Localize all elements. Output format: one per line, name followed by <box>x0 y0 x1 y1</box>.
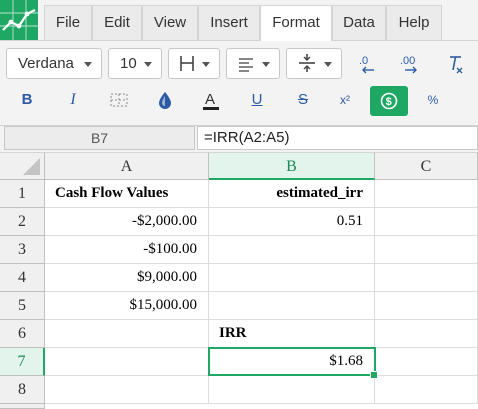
increase-decimal-button[interactable]: .00 <box>396 48 426 79</box>
borders-icon <box>180 56 194 71</box>
corner-triangle-icon <box>23 158 40 175</box>
menu-help[interactable]: Help <box>386 5 442 40</box>
svg-text:.00: .00 <box>400 55 415 67</box>
select-all-corner[interactable] <box>0 153 45 180</box>
increase-decimal-icon: .00 <box>400 55 417 74</box>
cell-b2[interactable]: 0.51 <box>209 208 375 236</box>
chevron-down-icon <box>84 62 92 67</box>
decrease-decimal-button[interactable]: .0 <box>352 48 382 79</box>
cell-a5[interactable]: $15,000.00 <box>45 292 209 320</box>
cell-c1[interactable] <box>375 180 478 208</box>
menu-data[interactable]: Data <box>332 5 386 40</box>
cell-a1[interactable]: Cash Flow Values <box>45 180 209 208</box>
chevron-down-icon <box>324 62 332 67</box>
row-header-3[interactable]: 3 <box>0 236 45 264</box>
align-left-icon <box>239 58 253 72</box>
toolbar-row-1: Verdana 10 .0 .00 <box>0 41 478 85</box>
menu-view[interactable]: View <box>142 5 198 40</box>
column-header-c[interactable]: C <box>375 153 478 180</box>
cell-a2[interactable]: -$2,000.00 <box>45 208 209 236</box>
cell-a8[interactable] <box>45 376 209 404</box>
svg-text:.0: .0 <box>359 55 368 67</box>
horizontal-align-dropdown[interactable] <box>226 48 280 79</box>
name-box[interactable]: B7 <box>4 126 195 150</box>
font-family-value: Verdana <box>18 55 74 72</box>
fill-color-button[interactable] <box>150 85 180 115</box>
cell-b6[interactable]: IRR <box>209 320 375 348</box>
cell-c8[interactable] <box>375 376 478 404</box>
row-header-8[interactable]: 8 <box>0 376 45 404</box>
cell-b5[interactable] <box>209 292 375 320</box>
cell-b1[interactable]: estimated_irr <box>209 180 375 208</box>
cell-b4[interactable] <box>209 264 375 292</box>
cell-b8[interactable] <box>209 376 375 404</box>
font-size-dropdown[interactable]: 10 <box>108 48 162 79</box>
cell-c2[interactable] <box>375 208 478 236</box>
cell-b3[interactable] <box>209 236 375 264</box>
row-header-2[interactable]: 2 <box>0 208 45 236</box>
cell-c5[interactable] <box>375 292 478 320</box>
text-color-button[interactable]: A <box>196 85 226 115</box>
currency-icon: $ <box>380 92 398 110</box>
cell-a3[interactable]: -$100.00 <box>45 236 209 264</box>
merge-cells-button[interactable] <box>104 85 134 115</box>
fill-handle[interactable] <box>370 371 378 379</box>
font-family-dropdown[interactable]: Verdana <box>6 48 102 79</box>
vertical-align-dropdown[interactable] <box>286 48 342 79</box>
chevron-down-icon <box>262 62 270 67</box>
menu-file[interactable]: File <box>44 5 92 40</box>
cell-c4[interactable] <box>375 264 478 292</box>
cell-c7[interactable] <box>375 348 478 376</box>
cell-a7[interactable] <box>45 348 209 376</box>
italic-button[interactable]: I <box>58 85 88 115</box>
menu-edit[interactable]: Edit <box>92 5 142 40</box>
svg-text:A: A <box>205 91 215 108</box>
column-header-a[interactable]: A <box>45 153 209 180</box>
text-color-icon: A <box>203 91 219 110</box>
clear-format-button[interactable] <box>440 48 470 79</box>
spreadsheet-grid: A B C 1 Cash Flow Values estimated_irr 2… <box>0 153 478 409</box>
vertical-align-icon <box>299 54 315 72</box>
cell-a4[interactable]: $9,000.00 <box>45 264 209 292</box>
borders-dropdown[interactable] <box>168 48 220 79</box>
toolbar-row-2: B I A U S x² $ % <box>0 85 478 126</box>
strikethrough-button[interactable]: S <box>288 85 318 115</box>
cell-c6[interactable] <box>375 320 478 348</box>
clear-format-icon <box>450 56 463 74</box>
row-header-4[interactable]: 4 <box>0 264 45 292</box>
merge-cells-icon <box>110 93 128 107</box>
menu-bar: File Edit View Insert Format Data Help <box>0 0 478 41</box>
formula-input[interactable]: =IRR(A2:A5) <box>197 126 478 150</box>
row-header-1[interactable]: 1 <box>0 180 45 208</box>
app-logo-icon <box>0 0 38 40</box>
currency-format-button[interactable]: $ <box>370 86 408 116</box>
menu-format[interactable]: Format <box>260 5 332 41</box>
menu-insert[interactable]: Insert <box>198 5 260 40</box>
underline-button[interactable]: U <box>242 85 272 115</box>
cell-a6[interactable] <box>45 320 209 348</box>
row-header-9[interactable] <box>0 404 45 409</box>
cell-selection-outline <box>208 347 376 376</box>
row-header-7[interactable]: 7 <box>0 348 45 376</box>
row-header-5[interactable]: 5 <box>0 292 45 320</box>
percent-format-button[interactable]: % <box>418 85 448 115</box>
column-header-b[interactable]: B <box>209 153 375 180</box>
superscript-button[interactable]: x² <box>330 85 360 115</box>
fill-color-icon <box>159 92 171 109</box>
chevron-down-icon <box>144 62 152 67</box>
font-size-value: 10 <box>120 55 137 72</box>
chevron-down-icon <box>202 62 210 67</box>
cell-c3[interactable] <box>375 236 478 264</box>
bold-button[interactable]: B <box>12 85 42 115</box>
svg-text:$: $ <box>386 96 392 108</box>
decrease-decimal-icon: .0 <box>359 55 374 74</box>
row-header-6[interactable]: 6 <box>0 320 45 348</box>
